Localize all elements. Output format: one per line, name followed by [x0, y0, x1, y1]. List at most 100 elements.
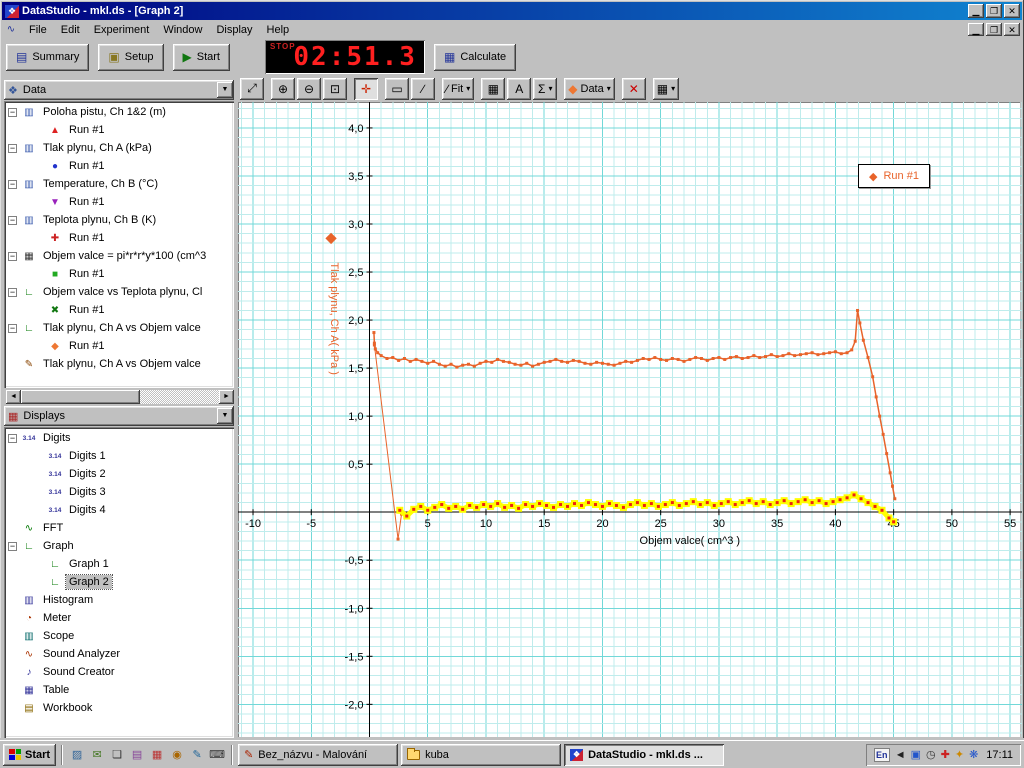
display-item-meter[interactable]: ◔Meter: [6, 609, 234, 627]
keyboard-language-indicator[interactable]: En: [874, 748, 890, 762]
display-item-sound-analyzer[interactable]: ∿Sound Analyzer: [6, 645, 234, 663]
data-item-8[interactable]: ✎Tlak plynu, Ch A vs Objem valce: [6, 355, 234, 373]
data-tree[interactable]: −▥Poloha pistu, Ch 1&2 (m)▲Run #1−▥Tlak …: [4, 101, 234, 388]
collapse-toggle[interactable]: −: [8, 288, 17, 297]
quicklaunch-icon-4[interactable]: ▤: [128, 746, 146, 764]
child-window-icon[interactable]: ∿: [4, 23, 18, 36]
quicklaunch-icon-7[interactable]: ✎: [188, 746, 206, 764]
plot-area[interactable]: -10-55101520253035404550554,03,53,02,52,…: [238, 102, 1020, 737]
run-item[interactable]: ✚Run #1: [6, 229, 234, 247]
data-item-6[interactable]: −∟Objem valce vs Teplota plynu, Cl: [6, 283, 234, 301]
data-item-7[interactable]: −∟Tlak plynu, Ch A vs Objem valce: [6, 319, 234, 337]
data-menu-button[interactable]: ◆Data▾: [564, 78, 615, 100]
titlebar[interactable]: ❖ DataStudio - mkl.ds - [Graph 2] ▁ ❐ ✕: [2, 2, 1022, 20]
setup-button[interactable]: ▣ Setup: [98, 44, 163, 71]
data-item-3[interactable]: −▥Temperature, Ch B (°C): [6, 175, 234, 193]
displays-panel-menu-button[interactable]: ▼: [217, 408, 233, 424]
scroll-right-button[interactable]: ►: [219, 390, 234, 404]
collapse-toggle[interactable]: −: [8, 324, 17, 333]
display-item-sound-creator[interactable]: ♪Sound Creator: [6, 663, 234, 681]
calculate-button[interactable]: ▦ Calculate: [434, 44, 516, 71]
collapse-toggle[interactable]: −: [8, 180, 17, 189]
quicklaunch-icon-3[interactable]: ❏: [108, 746, 126, 764]
child-restore-button[interactable]: ❐: [986, 23, 1002, 36]
menu-edit[interactable]: Edit: [54, 22, 87, 38]
minimize-button[interactable]: ▁: [968, 4, 984, 18]
display-item-table[interactable]: ▦Table: [6, 681, 234, 699]
display-item-digits-3[interactable]: 3.14Digits 3: [6, 483, 234, 501]
collapse-toggle[interactable]: −: [8, 252, 17, 261]
smart-tool-button[interactable]: ✛: [354, 78, 378, 100]
displays-panel-header[interactable]: ▦ Displays ▼: [4, 406, 234, 426]
note-tool-button[interactable]: ▭: [385, 78, 409, 100]
display-item-graph-2[interactable]: ∟Graph 2: [6, 573, 234, 591]
fit-menu-button[interactable]: ∕Fit▾: [442, 78, 474, 100]
network-icon[interactable]: ✦: [955, 748, 964, 761]
start-button[interactable]: ▶ Start: [173, 44, 230, 71]
run-item[interactable]: ▼Run #1: [6, 193, 234, 211]
display-item-digits[interactable]: −3.14Digits: [6, 429, 234, 447]
close-button[interactable]: ✕: [1004, 4, 1020, 18]
displays-tree[interactable]: −3.14Digits3.14Digits 13.14Digits 23.14D…: [4, 427, 234, 738]
data-item-1[interactable]: −▥Poloha pistu, Ch 1&2 (m): [6, 103, 234, 121]
data-panel-menu-button[interactable]: ▼: [217, 82, 233, 98]
restore-button[interactable]: ❐: [986, 4, 1002, 18]
child-minimize-button[interactable]: ▁: [968, 23, 984, 36]
scroll-track[interactable]: [21, 390, 219, 404]
data-panel-header[interactable]: ❖ Data ▼: [4, 80, 234, 100]
graph-legend[interactable]: ◆ Run #1: [858, 164, 930, 188]
scroll-thumb[interactable]: [21, 390, 140, 404]
scroll-left-button[interactable]: ◄: [6, 390, 21, 404]
graph-canvas[interactable]: -10-55101520253035404550554,03,53,02,52,…: [238, 102, 1022, 737]
run-item[interactable]: ●Run #1: [6, 157, 234, 175]
display-item-digits-1[interactable]: 3.14Digits 1: [6, 447, 234, 465]
display-item-digits-2[interactable]: 3.14Digits 2: [6, 465, 234, 483]
menu-help[interactable]: Help: [260, 22, 297, 38]
antivirus-icon[interactable]: ✚: [941, 748, 950, 761]
zoom-out-button[interactable]: ⊖: [297, 78, 321, 100]
collapse-toggle[interactable]: −: [8, 108, 17, 117]
menu-file[interactable]: File: [22, 22, 54, 38]
task-button-paint[interactable]: ✎ Bez_názvu - Malování: [238, 744, 398, 766]
display-item-histogram[interactable]: ▥Histogram: [6, 591, 234, 609]
run-item[interactable]: ■Run #1: [6, 265, 234, 283]
start-menu-button[interactable]: Start: [3, 744, 56, 766]
quicklaunch-icon-1[interactable]: ▨: [68, 746, 86, 764]
quicklaunch-icon-6[interactable]: ◉: [168, 746, 186, 764]
display-item-fft[interactable]: ∿FFT: [6, 519, 234, 537]
data-item-5[interactable]: −▦Objem valce = pi*r*r*y*100 (cm^3: [6, 247, 234, 265]
data-panel-hscrollbar[interactable]: ◄ ►: [6, 390, 234, 404]
run-item[interactable]: ◆Run #1: [6, 337, 234, 355]
run-item[interactable]: ▲Run #1: [6, 121, 234, 139]
quicklaunch-icon-8[interactable]: ⌨: [208, 746, 226, 764]
zoom-select-button[interactable]: ⊡: [323, 78, 347, 100]
quicklaunch-icon-5[interactable]: ▦: [148, 746, 166, 764]
data-item-2[interactable]: −▥Tlak plynu, Ch A (kPa): [6, 139, 234, 157]
summary-button[interactable]: ▤ Summary: [6, 44, 89, 71]
collapse-toggle[interactable]: −: [8, 216, 17, 225]
display-item-scope[interactable]: ▥Scope: [6, 627, 234, 645]
menu-experiment[interactable]: Experiment: [87, 22, 157, 38]
collapse-toggle[interactable]: −: [8, 144, 17, 153]
collapse-toggle[interactable]: −: [8, 434, 17, 443]
graph-settings-menu-button[interactable]: ▦▾: [653, 78, 679, 100]
menu-display[interactable]: Display: [209, 22, 259, 38]
display-item-graph-1[interactable]: ∟Graph 1: [6, 555, 234, 573]
child-close-button[interactable]: ✕: [1004, 23, 1020, 36]
volume-icon[interactable]: ◄: [895, 749, 906, 761]
scheduler-icon[interactable]: ◷: [926, 748, 936, 761]
remove-button[interactable]: ✕: [622, 78, 646, 100]
display-item-workbook[interactable]: ▤Workbook: [6, 699, 234, 717]
zoom-in-button[interactable]: ⊕: [271, 78, 295, 100]
display-item-digits-4[interactable]: 3.14Digits 4: [6, 501, 234, 519]
collapse-toggle[interactable]: −: [8, 542, 17, 551]
display-item-graph[interactable]: −∟Graph: [6, 537, 234, 555]
quicklaunch-icon-2[interactable]: ✉: [88, 746, 106, 764]
task-button-datastudio[interactable]: ❖ DataStudio - mkl.ds ...: [564, 744, 724, 766]
task-button-kuba-folder[interactable]: kuba: [401, 744, 561, 766]
data-item-4[interactable]: −▥Teplota plynu, Ch B (K): [6, 211, 234, 229]
display-settings-icon[interactable]: ▣: [911, 748, 921, 761]
calculator-tool-button[interactable]: ▦: [481, 78, 505, 100]
messenger-icon[interactable]: ❋: [969, 748, 978, 761]
text-tool-button[interactable]: A: [507, 78, 531, 100]
